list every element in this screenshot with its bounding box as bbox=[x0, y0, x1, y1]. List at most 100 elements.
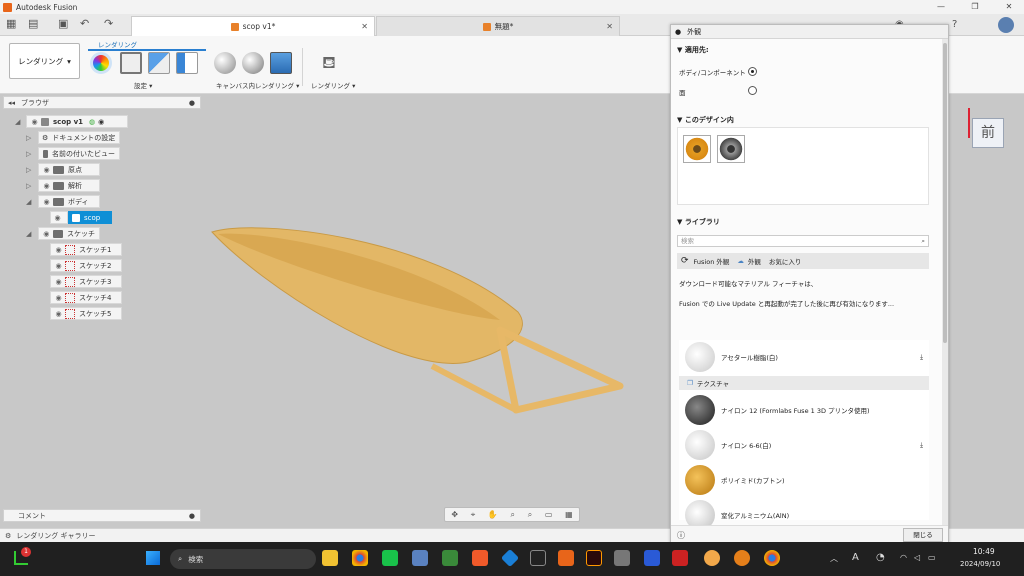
body-visibility[interactable]: ◉ bbox=[50, 211, 68, 224]
expand-icon[interactable]: ▷ bbox=[26, 150, 31, 158]
chevron-up-icon[interactable]: ︿ bbox=[830, 553, 838, 564]
browser-item-analysis[interactable]: ◉ 解析 bbox=[38, 179, 100, 192]
panel-menu-icon[interactable]: ● bbox=[675, 28, 681, 36]
appearance-swatch-orange[interactable] bbox=[683, 135, 711, 163]
app-icon[interactable] bbox=[672, 550, 688, 566]
help-icon[interactable]: ? bbox=[952, 19, 957, 31]
redo-icon[interactable]: ↷ bbox=[104, 18, 113, 30]
browser-item-origin[interactable]: ◉ 原点 bbox=[38, 163, 100, 176]
illustrator-icon[interactable] bbox=[586, 550, 602, 566]
texture-map-icon[interactable] bbox=[120, 52, 142, 74]
render-settings-icon[interactable] bbox=[242, 52, 264, 74]
app-icon[interactable] bbox=[614, 550, 630, 566]
expand-icon[interactable]: ◢ bbox=[15, 118, 20, 126]
model-viewport[interactable] bbox=[200, 200, 640, 430]
minecraft-icon[interactable] bbox=[442, 550, 458, 566]
collapse-icon[interactable]: ◢ bbox=[26, 198, 31, 206]
apply-to-section[interactable]: ▼ 適用先: bbox=[677, 45, 709, 55]
blender-icon[interactable] bbox=[734, 550, 750, 566]
orbit-icon[interactable]: ✥ bbox=[451, 510, 458, 519]
workspace-selector[interactable]: レンダリング ▾ bbox=[9, 43, 80, 79]
tab-scop[interactable]: scop v1* ✕ bbox=[131, 16, 375, 36]
browser-item-sketch3[interactable]: ◉ スケッチ3 bbox=[50, 275, 122, 288]
visibility-icon[interactable]: ◉ bbox=[42, 230, 51, 238]
viewcube-front-face[interactable]: 前 bbox=[972, 118, 1004, 148]
appearance-swatch-gray[interactable] bbox=[717, 135, 745, 163]
scoop-handle[interactable] bbox=[496, 326, 624, 414]
browser-header[interactable]: ◂◂ ブラウザ ● bbox=[3, 96, 201, 109]
visibility-icon[interactable]: ◉ bbox=[42, 166, 51, 174]
browser-item-bodies[interactable]: ◉ ボディ bbox=[38, 195, 100, 208]
tab-render[interactable]: レンダリング bbox=[98, 39, 137, 49]
save-icon[interactable]: ▣ bbox=[58, 18, 68, 30]
radio-face[interactable] bbox=[748, 86, 757, 95]
browser-root-node[interactable]: ◉ scop v1 ◍ ◉ bbox=[26, 115, 128, 128]
active-component-icon[interactable]: ◍ bbox=[89, 118, 95, 126]
browser-item-sketch1[interactable]: ◉ スケッチ1 bbox=[50, 243, 122, 256]
visibility-icon[interactable]: ◉ bbox=[54, 278, 63, 286]
line-icon[interactable] bbox=[382, 550, 398, 566]
volume-icon[interactable]: ◁ bbox=[914, 553, 920, 562]
texture-category[interactable]: ❐ テクスチャ bbox=[679, 376, 929, 390]
display-settings-icon[interactable]: ▭ bbox=[545, 510, 553, 519]
comments-panel[interactable]: コメント ● bbox=[3, 509, 201, 522]
browser-item-sketch4[interactable]: ◉ スケッチ4 bbox=[50, 291, 122, 304]
radio-body[interactable] bbox=[748, 67, 757, 76]
unity-icon[interactable] bbox=[530, 550, 546, 566]
app-icon[interactable] bbox=[644, 550, 660, 566]
group-render[interactable]: レンダリング ▾ bbox=[311, 80, 355, 90]
clock-date[interactable]: 2024/09/10 bbox=[960, 560, 1000, 568]
scrollbar-thumb[interactable] bbox=[943, 43, 947, 343]
expand-icon[interactable]: ▷ bbox=[26, 166, 31, 174]
pin-icon[interactable]: ● bbox=[189, 99, 195, 107]
chrome-icon[interactable] bbox=[764, 550, 780, 566]
tab-my-appearances[interactable]: 外観 bbox=[748, 256, 761, 266]
decal-icon[interactable] bbox=[176, 52, 198, 74]
avatar[interactable] bbox=[998, 17, 1014, 33]
add-comment-icon[interactable]: ● bbox=[189, 512, 195, 520]
browser-item-sketch5[interactable]: ◉ スケッチ5 bbox=[50, 307, 122, 320]
visibility-icon[interactable]: ◉ bbox=[42, 198, 51, 206]
tab-close-icon[interactable]: ✕ bbox=[361, 22, 368, 31]
clock-time[interactable]: 10:49 bbox=[973, 547, 995, 556]
group-settings[interactable]: 設定 ▾ bbox=[134, 80, 152, 90]
material-row[interactable]: ポリイミド(カプトン) bbox=[685, 464, 925, 496]
download-icon[interactable]: ⤓ bbox=[920, 353, 923, 362]
expand-icon[interactable]: ▷ bbox=[26, 134, 31, 142]
radio-active-icon[interactable]: ◉ bbox=[98, 118, 104, 126]
window-close-button[interactable]: ✕ bbox=[996, 0, 1022, 14]
download-icon[interactable]: ⤓ bbox=[920, 441, 923, 450]
collapse-icon[interactable]: ◂◂ bbox=[8, 99, 15, 107]
app-icon[interactable] bbox=[704, 550, 720, 566]
wifi-icon[interactable]: ◠ bbox=[900, 553, 907, 562]
brave-icon[interactable] bbox=[472, 550, 488, 566]
material-row[interactable]: ナイロン 12 (Formlabs Fuse 1 3D プリンタ使用) bbox=[685, 394, 925, 426]
close-button[interactable]: 閉じる bbox=[903, 528, 943, 542]
browser-item-sketch2[interactable]: ◉ スケッチ2 bbox=[50, 259, 122, 272]
ime-indicator[interactable]: A bbox=[852, 552, 859, 563]
material-row[interactable]: アセタール樹脂(白) ⤓ bbox=[685, 341, 925, 373]
appearance-icon[interactable] bbox=[148, 52, 170, 74]
start-icon[interactable] bbox=[146, 551, 160, 565]
material-row[interactable]: ナイロン 6-6(白) ⤓ bbox=[685, 429, 925, 461]
visibility-icon[interactable]: ◉ bbox=[54, 310, 63, 318]
tab-close-icon[interactable]: ✕ bbox=[606, 22, 613, 31]
tab-fusion-appearances[interactable]: Fusion 外観 bbox=[694, 256, 730, 266]
panel-scrollbar[interactable] bbox=[942, 39, 948, 529]
collapse-icon[interactable]: ◢ bbox=[26, 230, 31, 238]
minimize-button[interactable]: — bbox=[928, 0, 954, 14]
in-design-section[interactable]: ▼ このデザイン内 bbox=[677, 115, 734, 125]
capture-image-icon[interactable] bbox=[270, 52, 292, 74]
visibility-icon[interactable]: ◉ bbox=[42, 182, 51, 190]
info-icon[interactable]: ⓘ bbox=[677, 530, 685, 541]
undo-icon[interactable]: ↶ bbox=[80, 18, 89, 30]
look-at-icon[interactable]: ⌖ bbox=[471, 510, 476, 520]
app-grid-icon[interactable]: ▦ bbox=[6, 18, 16, 30]
taskbar-search[interactable]: ⌕ 検索 bbox=[170, 549, 316, 569]
tab-favorites[interactable]: お気に入り bbox=[769, 256, 802, 266]
fit-icon[interactable]: ⌕ bbox=[528, 510, 532, 520]
expand-icon[interactable]: ▷ bbox=[26, 182, 31, 190]
group-in-canvas-render[interactable]: キャンバス内レンダリング ▾ bbox=[216, 80, 299, 90]
library-section[interactable]: ▼ ライブラリ bbox=[677, 217, 720, 227]
file-menu-icon[interactable]: ▤ bbox=[28, 18, 38, 30]
